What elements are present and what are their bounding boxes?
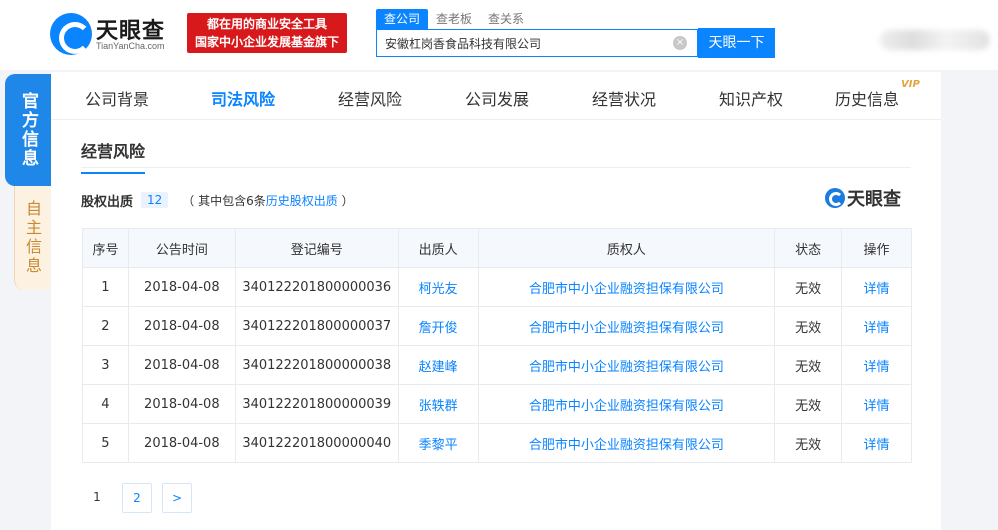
cell-detail-link[interactable]: 详情 [841,384,912,424]
cell-reg-no: 340122201800000039 [234,384,399,424]
cell-status: 无效 [774,384,843,424]
cell-date: 2018-04-08 [127,423,236,463]
main-panel: 公司背景 司法风险 经营风险 公司发展 经营状况 知识产权 历史信息 VIP 经… [51,72,941,530]
search-tab-relation[interactable]: 查关系 [480,9,532,29]
nav-business-risk[interactable]: 经营风险 [338,86,402,110]
history-note: （ 其中包含6条历史股权出质 ） [182,192,353,209]
watermark-text: 天眼查 [847,189,901,210]
cell-pledgor-link[interactable]: 柯光友 [397,267,479,307]
equity-pledge-table: 序号 公告时间 登记编号 出质人 质权人 状态 操作 1 2018-04-08 … [82,228,912,463]
cell-reg-no: 340122201800000036 [234,267,399,307]
slogan-line-2: 国家中小企业发展基金旗下 [194,35,339,49]
table-row: 3 2018-04-08 340122201800000038 赵建峰 合肥市中… [82,345,912,385]
cell-pledgor-link[interactable]: 赵建峰 [397,345,479,385]
nav-company-background[interactable]: 公司背景 [85,86,149,110]
search-button[interactable]: 天眼一下 [698,28,775,58]
logo-domain: TianYanCha.com [96,41,165,51]
table-row: 4 2018-04-08 340122201800000039 张轶群 合肥市中… [82,384,912,424]
col-header-pledgor: 出质人 [397,228,479,268]
nav-operating-status[interactable]: 经营状况 [592,86,656,110]
category-nav: 公司背景 司法风险 经营风险 公司发展 经营状况 知识产权 历史信息 VIP [51,72,941,120]
cell-reg-no: 340122201800000040 [234,423,399,463]
watermark-eye-icon [825,188,845,208]
nav-legal-risk[interactable]: 司法风险 [211,86,275,110]
cell-pledgee-link[interactable]: 合肥市中小企业融资担保有限公司 [477,384,776,424]
history-note-suffix: ） [337,193,354,208]
table-row: 1 2018-04-08 340122201800000036 柯光友 合肥市中… [82,267,912,307]
cell-status: 无效 [774,267,843,307]
user-info-blurred[interactable] [880,30,990,50]
cell-pledgor-link[interactable]: 张轶群 [397,384,479,424]
cell-index: 4 [82,384,129,424]
col-header-status: 状态 [774,228,843,268]
section-title: 经营风险 [81,138,146,174]
cell-pledgor-link[interactable]: 季黎平 [397,423,479,463]
cell-pledgee-link[interactable]: 合肥市中小企业融资担保有限公司 [477,345,776,385]
next-page-button[interactable]: > [162,483,192,513]
cell-status: 无效 [774,345,843,385]
logo-eye-icon [50,13,92,55]
cell-pledgor-link[interactable]: 詹开俊 [397,306,479,346]
table-row: 2 2018-04-08 340122201800000037 詹开俊 合肥市中… [82,306,912,346]
cell-reg-no: 340122201800000037 [234,306,399,346]
cell-detail-link[interactable]: 详情 [841,345,912,385]
search-tab-boss[interactable]: 查老板 [428,9,480,29]
col-header-reg-no: 登记编号 [234,228,399,268]
table-header-row: 序号 公告时间 登记编号 出质人 质权人 状态 操作 [82,228,912,268]
slogan-banner: 都在用的商业安全工具 国家中小企业发展基金旗下 [187,13,347,53]
cell-date: 2018-04-08 [127,384,236,424]
top-header: 天眼查 TianYanCha.com 都在用的商业安全工具 国家中小企业发展基金… [0,0,998,70]
cell-index: 2 [82,306,129,346]
cell-detail-link[interactable]: 详情 [841,423,912,463]
slogan-line-1: 都在用的商业安全工具 [206,17,327,31]
nav-intellectual-property[interactable]: 知识产权 [719,86,783,110]
cell-reg-no: 340122201800000038 [234,345,399,385]
col-header-pledgee: 质权人 [477,228,776,268]
cell-date: 2018-04-08 [127,345,236,385]
history-pledge-link[interactable]: 历史股权出质 [266,194,338,208]
nav-company-development[interactable]: 公司发展 [465,86,529,110]
history-note-prefix: （ 其中包含6条 [182,193,266,208]
cell-index: 5 [82,423,129,463]
cell-date: 2018-04-08 [127,306,236,346]
cell-detail-link[interactable]: 详情 [841,267,912,307]
search-box: × [376,29,698,57]
search-tabs: 查公司 查老板 查关系 [376,9,532,29]
equity-pledge-title: 股权出质 [81,194,134,210]
search-input[interactable] [377,30,667,56]
search-tab-company[interactable]: 查公司 [376,9,429,29]
page-current: 1 [93,490,101,504]
cell-pledgee-link[interactable]: 合肥市中小企业融资担保有限公司 [477,306,776,346]
vip-badge: VIP [901,79,920,90]
tianyancha-watermark: 天眼查 [825,186,901,210]
cell-pledgee-link[interactable]: 合肥市中小企业融资担保有限公司 [477,267,776,307]
tianyancha-logo[interactable]: 天眼查 TianYanCha.com [50,13,180,57]
side-tab-official-info[interactable]: 官方信息 [5,74,51,186]
col-header-action: 操作 [841,228,912,268]
cell-detail-link[interactable]: 详情 [841,306,912,346]
cell-pledgee-link[interactable]: 合肥市中小企业融资担保有限公司 [477,423,776,463]
equity-pledge-count: 12 [141,192,169,208]
pagination: 1 2 > [82,483,202,513]
cell-status: 无效 [774,306,843,346]
cell-status: 无效 [774,423,843,463]
side-tab-self-info[interactable]: 自主信息 [14,186,50,290]
table-row: 5 2018-04-08 340122201800000040 季黎平 合肥市中… [82,423,912,463]
equity-pledge-header: 股权出质 12 （ 其中包含6条历史股权出质 ） [81,190,354,210]
col-header-date: 公告时间 [127,228,236,268]
cell-date: 2018-04-08 [127,267,236,307]
col-header-index: 序号 [82,228,129,268]
cell-index: 1 [82,267,129,307]
nav-history-info[interactable]: 历史信息 [835,86,899,110]
clear-icon[interactable]: × [673,36,687,50]
cell-index: 3 [82,345,129,385]
page-2-button[interactable]: 2 [122,483,152,513]
section-divider [81,167,911,168]
